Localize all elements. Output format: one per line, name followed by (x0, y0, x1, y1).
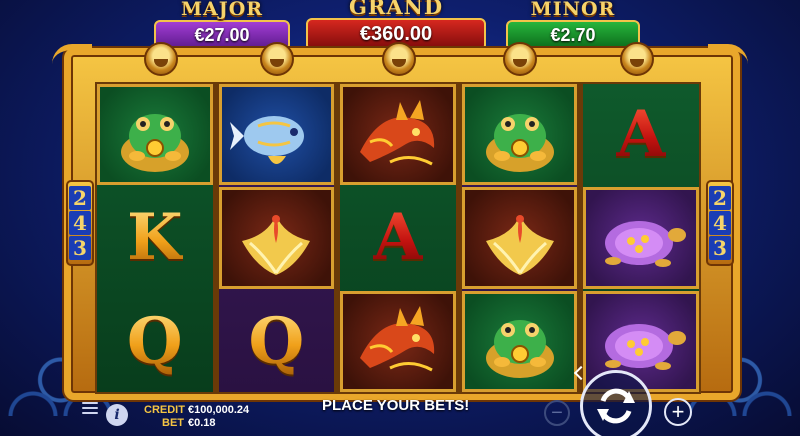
jackpot-major-label: MAJOR (180, 0, 264, 20)
lion-head-ornament (144, 42, 178, 76)
symbol-letter-text: Q (248, 303, 305, 379)
menu-icon[interactable] (82, 402, 98, 416)
increase-bet-button[interactable]: + (664, 398, 692, 426)
decrease-bet-button[interactable]: − (544, 400, 570, 426)
credit-label: CREDIT (144, 404, 185, 416)
frame-roof-left (52, 44, 92, 84)
symbol-letter-text: A (373, 200, 423, 276)
lion-head-ornament (382, 42, 416, 76)
bet-value: €0.18 (188, 417, 216, 429)
ways-digit: 3 (709, 236, 731, 261)
symbol-letter-text: A (616, 97, 666, 173)
reel-3: A (340, 84, 456, 392)
symbol-letter-k: K (97, 187, 213, 288)
ways-counter-right: 2 4 3 (706, 180, 734, 266)
ways-digit: 2 (69, 185, 91, 210)
lion-head-ornament (260, 42, 294, 76)
info-icon[interactable]: i (106, 404, 128, 426)
status-message: PLACE YOUR BETS! (322, 397, 470, 414)
symbol-letter-a: A (340, 187, 456, 288)
symbol-letter-q: Q (97, 291, 213, 392)
ways-counter-left: 2 4 3 (66, 180, 94, 266)
reel-4 (461, 84, 578, 392)
symbol-letter-a: A (583, 84, 699, 185)
reel-1: KQ (97, 84, 213, 392)
symbol-koi-fish (218, 84, 335, 186)
bet-display: BET €0.18 (144, 417, 216, 429)
jackpot-grand-label: GRAND (348, 0, 444, 19)
symbol-toad (97, 84, 213, 186)
reel-2: Q (218, 84, 335, 392)
credit-value: €100,000.24 (188, 404, 250, 416)
symbol-phoenix (461, 187, 578, 289)
symbol-toad (461, 290, 578, 392)
lion-head-ornament (503, 42, 537, 76)
jackpot-minor-label: MINOR (530, 0, 616, 20)
frame-roof-right (708, 44, 748, 84)
symbol-toad (461, 84, 578, 186)
spin-icon (597, 388, 635, 424)
reel-5: A (583, 84, 699, 392)
symbol-turtle (583, 187, 699, 289)
ways-digit: 2 (709, 185, 731, 210)
lion-head-ornament (620, 42, 654, 76)
ways-digit: 3 (69, 236, 91, 261)
symbol-letter-text: Q (126, 303, 183, 379)
symbol-phoenix (218, 187, 335, 289)
spin-button[interactable] (580, 370, 652, 436)
ways-digit: 4 (709, 210, 731, 235)
symbol-dragon (340, 290, 456, 392)
symbol-letter-text: K (126, 200, 183, 276)
bet-label: BET (162, 417, 184, 429)
symbol-letter-q: Q (219, 291, 335, 392)
credit-display: CREDIT €100,000.24 (144, 404, 249, 416)
ways-digit: 4 (69, 210, 91, 235)
symbol-dragon (340, 84, 456, 186)
reel-grid[interactable]: KQQAA (95, 82, 701, 394)
bottom-bar: i CREDIT €100,000.24 BET €0.18 PLACE YOUR … (0, 365, 800, 436)
